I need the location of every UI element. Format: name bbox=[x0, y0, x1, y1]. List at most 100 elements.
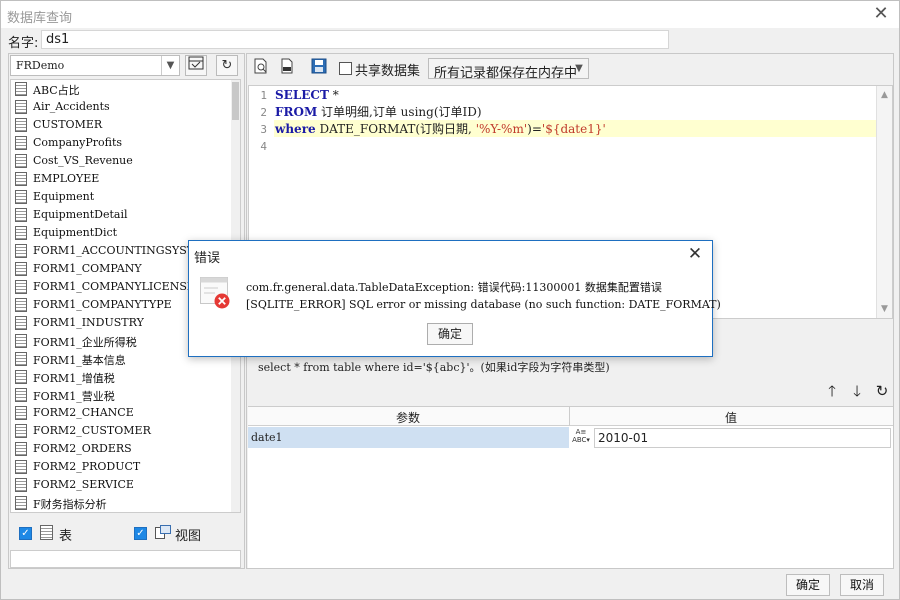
sql-keyword: SELECT bbox=[275, 88, 329, 102]
table-icon bbox=[15, 190, 27, 204]
table-name: EquipmentDetail bbox=[33, 208, 128, 221]
preview-icon[interactable] bbox=[251, 58, 271, 78]
name-input[interactable]: ds1 bbox=[41, 30, 669, 49]
table-name: F财务指标分析 bbox=[33, 498, 107, 511]
table-row[interactable]: date1 A≡ ABC▾ 2010-01 bbox=[248, 427, 893, 449]
share-dataset-checkbox[interactable] bbox=[339, 62, 352, 75]
table-checkbox-label: 表 bbox=[59, 529, 73, 544]
table-name: FORM2_PRODUCT bbox=[33, 460, 141, 473]
table-list-item[interactable]: CompanyProfits bbox=[13, 134, 231, 152]
chevron-down-icon[interactable]: ▼ bbox=[570, 59, 588, 78]
line-number: 1 bbox=[260, 89, 267, 102]
table-name: FORM1_COMPANYTYPE bbox=[33, 298, 172, 311]
editor-scrollbar[interactable]: ▲ ▼ bbox=[876, 86, 892, 318]
error-dialog: 错误 ✕ com.fr.general.data.TableDataExcept… bbox=[188, 240, 721, 357]
sql-keyword: FROM bbox=[275, 105, 318, 119]
connection-select-value: FRDemo bbox=[16, 59, 65, 72]
refresh-params-icon[interactable]: ↻ bbox=[873, 382, 891, 400]
code-line-1: SELECT * bbox=[275, 87, 339, 104]
table-name: FORM1_增值税 bbox=[33, 372, 115, 385]
table-list-item[interactable]: CUSTOMER bbox=[13, 116, 231, 134]
close-icon[interactable]: ✕ bbox=[686, 244, 704, 264]
table-search-input[interactable] bbox=[10, 550, 241, 568]
parameter-hint: select * from table where id='${abc}'。(如… bbox=[258, 361, 610, 374]
scroll-down-icon[interactable]: ▼ bbox=[877, 302, 892, 316]
table-name: CUSTOMER bbox=[33, 118, 103, 131]
chevron-down-icon[interactable]: ▼ bbox=[161, 56, 179, 75]
share-dataset-label: 共享数据集 bbox=[355, 64, 421, 79]
table-icon bbox=[15, 172, 27, 186]
view-icon bbox=[155, 525, 171, 540]
table-icon bbox=[15, 460, 27, 474]
table-icon bbox=[15, 100, 27, 114]
table-filter-icon[interactable] bbox=[185, 55, 207, 76]
table-list-item[interactable]: EMPLOYEE bbox=[13, 170, 231, 188]
table-name: CompanyProfits bbox=[33, 136, 123, 149]
move-down-icon[interactable]: 🡓 bbox=[848, 382, 866, 400]
table-list-item[interactable]: Cost_VS_Revenue bbox=[13, 152, 231, 170]
table-list-item[interactable]: FORM2_CHANCE bbox=[13, 404, 231, 422]
table-icon bbox=[15, 496, 27, 510]
param-name: date1 bbox=[251, 431, 283, 444]
view-checkbox[interactable]: ✓ bbox=[134, 527, 147, 540]
error-ok-button[interactable]: 确定 bbox=[427, 323, 473, 345]
scrollbar-thumb[interactable] bbox=[232, 82, 239, 120]
name-label: 名字: bbox=[8, 36, 39, 51]
object-type-filters: ✓ 表 ✓ 视图 bbox=[10, 516, 241, 546]
table-name: FORM2_CUSTOMER bbox=[33, 424, 151, 437]
memory-mode-select[interactable]: 所有记录都保存在内存中 ▼ bbox=[428, 58, 589, 81]
table-icon bbox=[15, 370, 27, 384]
table-name: FORM2_SERVICE bbox=[33, 478, 134, 491]
table-icon bbox=[40, 525, 53, 540]
table-icon bbox=[15, 244, 27, 258]
cancel-button[interactable]: 取消 bbox=[840, 574, 884, 596]
column-divider[interactable] bbox=[569, 407, 570, 426]
type-abc-icon[interactable]: A≡ ABC▾ bbox=[570, 428, 592, 447]
scroll-up-icon[interactable]: ▲ bbox=[877, 88, 892, 102]
name-row: 名字: ds1 bbox=[1, 28, 899, 52]
line-number: 4 bbox=[260, 140, 267, 153]
table-icon bbox=[15, 262, 27, 276]
code-text: * bbox=[328, 88, 339, 102]
table-name: Cost_VS_Revenue bbox=[33, 154, 133, 167]
table-list-item[interactable]: Equipment bbox=[13, 188, 231, 206]
table-list-item[interactable]: ABC占比 bbox=[13, 80, 231, 98]
table-list-item[interactable]: FORM2_PRODUCT bbox=[13, 458, 231, 476]
table-list-item[interactable]: FORM2_SERVICE bbox=[13, 476, 231, 494]
header-param-value: 值 bbox=[725, 411, 738, 425]
table-name: FORM1_企业所得税 bbox=[33, 336, 137, 349]
table-icon bbox=[15, 316, 27, 330]
table-list-item[interactable]: EquipmentDetail bbox=[13, 206, 231, 224]
close-icon[interactable]: ✕ bbox=[871, 4, 891, 24]
table-list-item[interactable]: F财务指标分析 bbox=[13, 494, 231, 512]
refresh-icon[interactable]: ↻ bbox=[216, 55, 238, 76]
error-message-line-1: com.fr.general.data.TableDataException: … bbox=[246, 281, 662, 294]
table-name: Air_Accidents bbox=[33, 100, 110, 113]
code-string: '${date1}' bbox=[541, 122, 606, 136]
sql-icon[interactable] bbox=[277, 58, 297, 78]
table-list-item[interactable]: FORM1_增值税 bbox=[13, 368, 231, 386]
sql-keyword: where bbox=[275, 122, 316, 136]
line-number: 2 bbox=[260, 106, 267, 119]
sql-toolbar: 共享数据集 所有记录都保存在内存中 ▼ bbox=[247, 54, 893, 84]
parameter-table: 参数 值 date1 A≡ ABC▾ 2010-01 bbox=[248, 406, 893, 568]
table-name: EMPLOYEE bbox=[33, 172, 100, 185]
title-bar: 数据库查询 ✕ bbox=[1, 1, 899, 28]
table-list-item[interactable]: FORM1_营业税 bbox=[13, 386, 231, 404]
table-name: FORM1_COMPANY bbox=[33, 262, 142, 275]
table-checkbox[interactable]: ✓ bbox=[19, 527, 32, 540]
query-dialog-window: 数据库查询 ✕ 名字: ds1 FRDemo ▼ ↻ ABC占比 Air_Acci… bbox=[0, 0, 900, 600]
table-list-item[interactable]: FORM2_CUSTOMER bbox=[13, 422, 231, 440]
save-icon[interactable] bbox=[309, 58, 329, 78]
table-icon bbox=[15, 442, 27, 456]
table-name: EquipmentDict bbox=[33, 226, 118, 239]
error-icon bbox=[200, 277, 230, 309]
param-value-input[interactable]: 2010-01 bbox=[594, 428, 891, 448]
param-name-cell[interactable]: date1 bbox=[248, 427, 569, 448]
connection-select[interactable]: FRDemo ▼ bbox=[10, 55, 180, 76]
table-list-item[interactable]: FORM2_ORDERS bbox=[13, 440, 231, 458]
error-dialog-titlebar: 错误 ✕ bbox=[189, 241, 712, 268]
move-up-icon[interactable]: 🡑 bbox=[823, 382, 841, 400]
table-list-item[interactable]: Air_Accidents bbox=[13, 98, 231, 116]
ok-button[interactable]: 确定 bbox=[786, 574, 830, 596]
